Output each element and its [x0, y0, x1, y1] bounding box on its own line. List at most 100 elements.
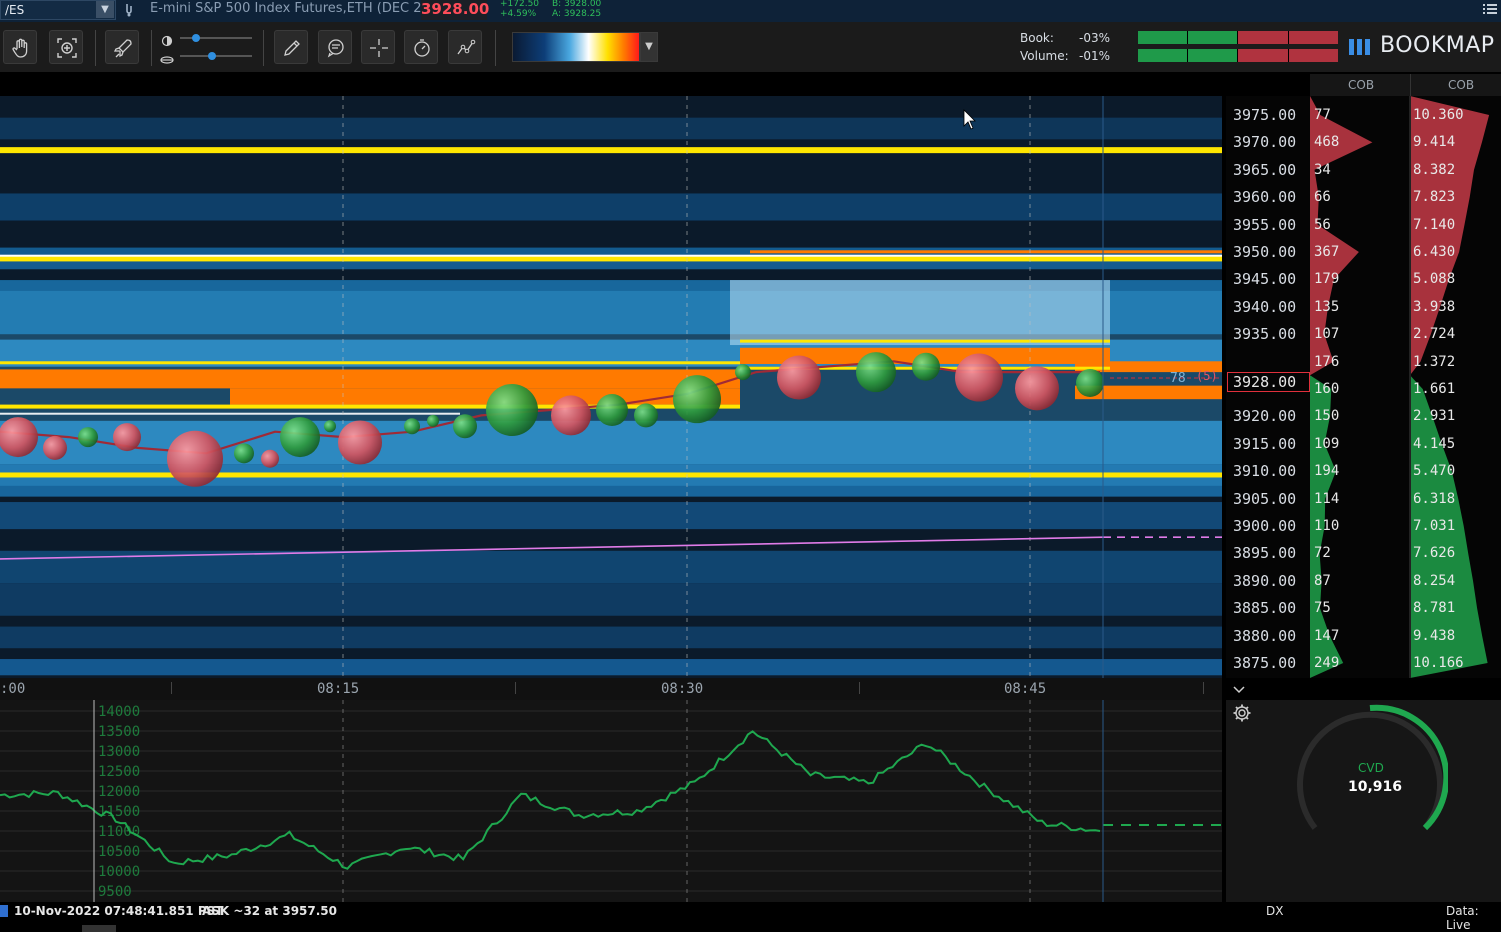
change-abs: +172.50 — [500, 0, 540, 9]
price-level-label: 3970.00 — [1233, 133, 1297, 152]
price-level-label: 3935.00 — [1233, 325, 1297, 344]
info-icon — [0, 905, 8, 917]
volume-value: -01% — [1079, 49, 1111, 63]
cvd-tick-label: 14000 — [98, 704, 140, 720]
price-level-label: 3900.00 — [1233, 517, 1297, 535]
brightness-slider-handle[interactable] — [192, 34, 200, 42]
ask-quote: A: 3928.25 — [552, 9, 602, 19]
cob-cumulative: 10.360 — [1413, 107, 1464, 123]
cob-size: 114 — [1314, 490, 1340, 507]
rocket-button[interactable] — [105, 30, 139, 64]
chevron-down-icon[interactable]: ▼ — [96, 1, 114, 18]
buy-bubble — [78, 427, 98, 448]
cob-size: 66 — [1314, 189, 1331, 206]
liquidity-band — [0, 412, 460, 415]
sell-bubble — [43, 435, 67, 460]
buy-bubble — [856, 352, 896, 393]
sell-bubble — [955, 353, 1003, 402]
cob-size: 77 — [1314, 107, 1331, 123]
cob-cumulative: 8.781 — [1413, 600, 1456, 617]
cvd-value: 10,916 — [1348, 779, 1403, 795]
cob-cumulative: 7.031 — [1413, 518, 1456, 534]
cob-cumulative: 7.140 — [1413, 216, 1456, 233]
liquidity-band — [0, 147, 1222, 154]
price-level-label: 3955.00 — [1233, 215, 1297, 234]
price-level-label: 3890.00 — [1233, 571, 1297, 590]
chevron-down-icon[interactable] — [1232, 681, 1246, 694]
liquidity-band — [0, 583, 1222, 616]
liquidity-band — [0, 254, 1222, 257]
brightness-slider[interactable] — [180, 37, 252, 39]
buy-bubble — [634, 403, 658, 428]
cvd-label: CVD — [1358, 761, 1384, 775]
instrument-title: E-mini S&P 500 Index Futures,ETH (DEC 22… — [150, 1, 435, 16]
cob-size: 249 — [1314, 655, 1340, 671]
status-timestamp: 10-Nov-2022 07:48:41.851 PST — [14, 904, 224, 918]
zoom-fit-button[interactable] — [49, 30, 83, 64]
buy-bubble — [912, 352, 940, 381]
contrast-slider[interactable] — [180, 55, 252, 57]
volume-label: Volume: — [1020, 49, 1069, 63]
dx-indicator[interactable]: DX — [1266, 904, 1283, 918]
cob-size: 109 — [1314, 435, 1340, 452]
liquidity-band — [0, 659, 1222, 676]
toolbar-separator — [95, 30, 96, 66]
cvd-tick-label: 11000 — [98, 824, 140, 840]
liquidity-band — [0, 361, 740, 365]
buy-bubble — [280, 417, 320, 458]
cob-size: 468 — [1314, 134, 1340, 151]
link-icon[interactable] — [122, 2, 136, 18]
note-button[interactable] — [318, 30, 352, 64]
cvd-chart[interactable]: 1400013500130001250012000115001100010500… — [0, 700, 1222, 902]
cvd-tick-label: 9500 — [98, 884, 132, 900]
menu-icon[interactable] — [1482, 1, 1498, 17]
heatmap-palette-selector[interactable] — [512, 32, 640, 62]
time-label: :00 — [0, 681, 26, 697]
crosshair-button[interactable] — [361, 30, 395, 64]
chevron-down-icon[interactable]: ▼ — [640, 32, 658, 62]
cvd-tick-label: 10000 — [98, 864, 140, 880]
stopwatch-button[interactable] — [404, 30, 438, 64]
contrast-icon — [160, 50, 174, 64]
last-trade-size: 78 — [1170, 371, 1186, 386]
cob-cumulative: 5.470 — [1413, 463, 1456, 480]
liquidity-band — [750, 250, 1222, 254]
liquidity-band — [0, 626, 1222, 649]
cob-size: 135 — [1314, 298, 1340, 315]
hand-tool-button[interactable] — [3, 30, 37, 64]
sell-bubble — [167, 430, 223, 487]
liquidity-band — [0, 117, 1222, 140]
cob-cumulative: 7.823 — [1413, 189, 1456, 206]
zoom-fit-icon — [57, 38, 77, 58]
cob-cumulative: 6.430 — [1413, 244, 1456, 260]
heatmap-chart[interactable]: 78 (5) — [0, 96, 1222, 678]
toolbar-separator — [263, 30, 264, 66]
cob-cumulative: 8.254 — [1413, 572, 1456, 589]
cob-cumulative: 4.145 — [1413, 435, 1456, 452]
gear-icon[interactable] — [1232, 703, 1252, 723]
toolbar-separator — [495, 30, 496, 66]
price-level-label: 3965.00 — [1233, 160, 1297, 179]
contrast-slider-handle[interactable] — [208, 52, 216, 60]
sell-bubble — [777, 355, 821, 400]
book-imbalance-bar — [1138, 31, 1338, 44]
buy-bubble — [453, 414, 477, 439]
status-message: ASK ~32 at 3957.50 — [202, 904, 338, 918]
current-price-label: 3928.00 — [1233, 373, 1297, 391]
price-level-label: 3975.00 — [1233, 106, 1297, 124]
current-price-marker: 3928.00 — [1227, 372, 1310, 392]
brand-logo: BOOKMAP — [1380, 33, 1495, 58]
draw-button[interactable] — [274, 30, 308, 64]
time-label: 08:30 — [661, 681, 704, 697]
cob-cumulative: 6.318 — [1413, 490, 1456, 507]
bookmap-logo-icon — [1349, 37, 1373, 57]
buy-bubble — [486, 384, 538, 437]
cob-cumulative: 3.938 — [1413, 298, 1456, 315]
cvd-widget: CVD 10,916 — [1226, 700, 1501, 902]
buy-bubble — [1076, 368, 1104, 397]
price-level-label: 3885.00 — [1233, 599, 1297, 618]
indicators-button[interactable] — [448, 30, 482, 64]
cob-cumulative: 9.438 — [1413, 627, 1456, 644]
scroll-handle[interactable] — [82, 925, 116, 932]
last-trade-count: (5) — [1196, 369, 1218, 383]
